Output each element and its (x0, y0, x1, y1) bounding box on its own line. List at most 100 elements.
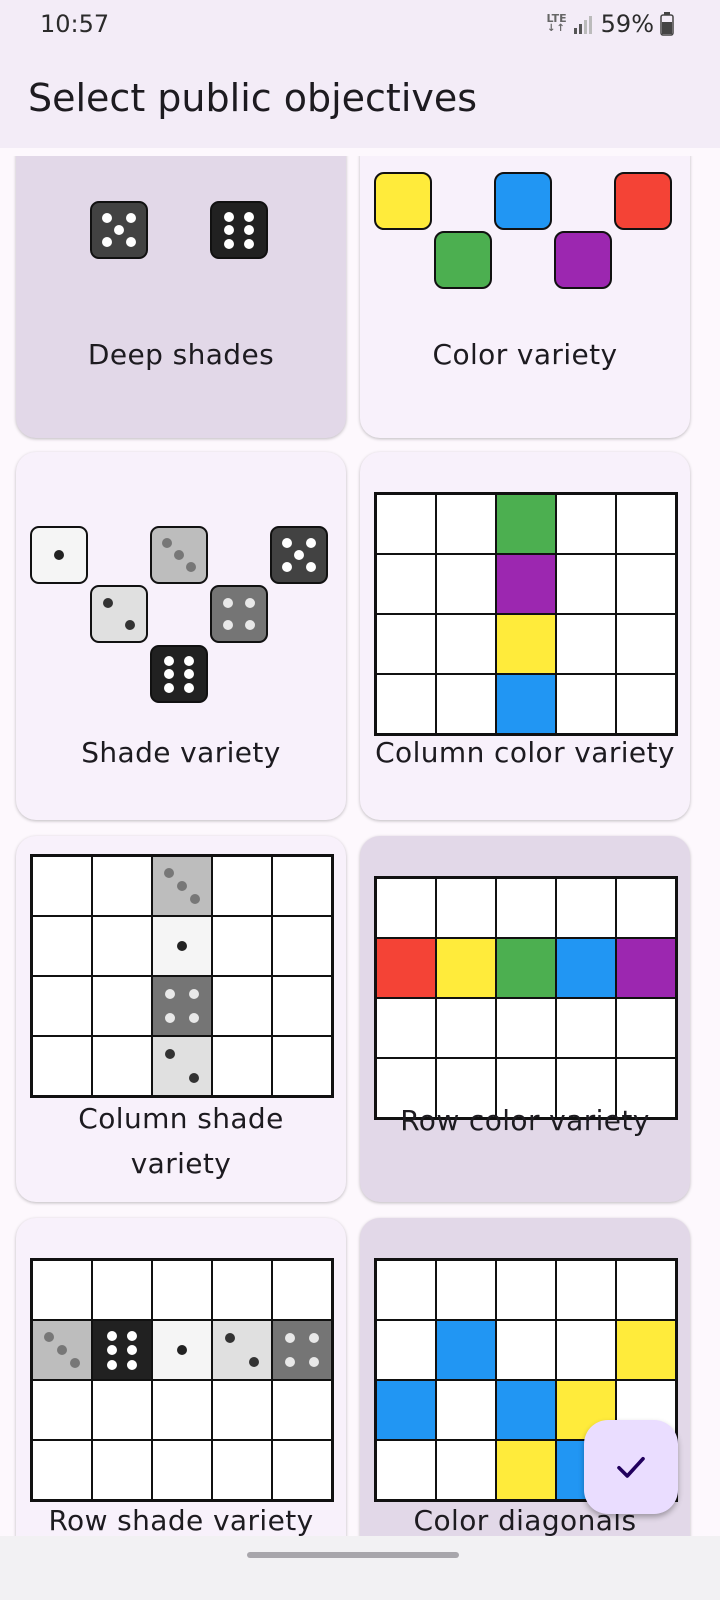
column-shade-variety-board (30, 854, 334, 1098)
die-5 (90, 201, 148, 259)
board-cell (376, 674, 436, 734)
objective-card-column-color-variety[interactable]: Column color variety (360, 452, 690, 820)
die-pip (225, 1333, 236, 1344)
board-cell (436, 1320, 496, 1380)
board-cell (92, 976, 152, 1036)
board-cell (92, 1260, 152, 1320)
board-cell (436, 1260, 496, 1320)
die-pip (243, 225, 254, 235)
board-cell (152, 1380, 212, 1440)
board-cell (152, 916, 212, 976)
objective-card-shade-variety[interactable]: Shade variety (16, 452, 346, 820)
column-color-variety-board (374, 492, 678, 736)
color-swatch (554, 231, 612, 289)
die-pip (125, 236, 136, 247)
color-swatch (374, 172, 432, 230)
board-cell (376, 614, 436, 674)
home-handle[interactable] (247, 1552, 459, 1558)
board-cell (272, 1320, 332, 1380)
board-cell (436, 878, 496, 938)
objective-label: Row color variety (400, 1104, 650, 1137)
die-pip (164, 682, 175, 693)
board-cell (436, 674, 496, 734)
board-cell (556, 1260, 616, 1320)
board-cell (556, 554, 616, 614)
die-pip (164, 868, 175, 879)
objective-card-column-shade-variety[interactable]: Column shade variety (16, 836, 346, 1202)
board-cell (32, 1380, 92, 1440)
board-cell (152, 1036, 212, 1096)
die-pip (165, 989, 176, 1000)
board-cell (616, 1260, 676, 1320)
die-pip (188, 989, 199, 1000)
board-cell (92, 1440, 152, 1500)
die-pip (188, 1072, 199, 1083)
board-cell (436, 1440, 496, 1500)
row-color-variety-board (374, 876, 678, 1120)
board-cell (272, 1260, 332, 1320)
board-cell (616, 1320, 676, 1380)
board-cell (496, 494, 556, 554)
board-cell (376, 938, 436, 998)
die-5 (270, 526, 328, 584)
board-cell (92, 856, 152, 916)
die-6 (210, 201, 268, 259)
board-cell (92, 1036, 152, 1096)
board-cell (616, 674, 676, 734)
board-cell (496, 1440, 556, 1500)
board-cell (212, 1320, 272, 1380)
die-pip (106, 1345, 117, 1355)
die-2 (90, 585, 148, 643)
board-cell (436, 554, 496, 614)
die-pip (124, 619, 135, 630)
board-cell (376, 1380, 436, 1440)
objectives-grid[interactable]: Deep shades Color variety Shade variety … (0, 156, 720, 1536)
objective-card-color-variety[interactable]: Color variety (360, 156, 690, 438)
die-pip (125, 213, 136, 224)
board-cell (212, 976, 272, 1036)
board-cell (212, 916, 272, 976)
board-cell (32, 976, 92, 1036)
board-cell (212, 1440, 272, 1500)
die-pip (127, 1345, 138, 1355)
color-swatch (494, 172, 552, 230)
board-cell (152, 856, 212, 916)
die-pip (102, 213, 113, 224)
board-cell (436, 938, 496, 998)
die-pip (102, 236, 113, 247)
board-cell (92, 1320, 152, 1380)
board-cell (496, 878, 556, 938)
die-pip (285, 1333, 296, 1344)
die-pip (185, 561, 196, 572)
board-cell (272, 856, 332, 916)
color-swatch (434, 231, 492, 289)
objective-card-row-color-variety[interactable]: Row color variety (360, 836, 690, 1202)
board-cell (212, 1036, 272, 1096)
page-title: Select public objectives (28, 76, 478, 120)
board-cell (152, 1260, 212, 1320)
die-pip (183, 669, 194, 679)
board-cell (92, 1380, 152, 1440)
board-cell (556, 494, 616, 554)
board-cell (556, 1320, 616, 1380)
board-cell (212, 1260, 272, 1320)
die-pip (127, 1359, 138, 1370)
die-pip (114, 225, 124, 235)
board-cell (436, 1380, 496, 1440)
die-pip (308, 1333, 319, 1344)
board-cell (436, 494, 496, 554)
confirm-fab[interactable] (584, 1420, 678, 1514)
die-pip (248, 1356, 259, 1367)
objective-card-row-shade-variety[interactable]: Row shade variety (16, 1218, 346, 1536)
die-pip (106, 1330, 117, 1341)
board-cell (616, 554, 676, 614)
objective-label: Deep shades (87, 338, 275, 371)
die-pip (308, 1356, 319, 1367)
die-pip (243, 211, 254, 222)
gesture-nav-area (0, 1536, 720, 1600)
die-pip (127, 1330, 138, 1341)
board-cell (376, 554, 436, 614)
objective-card-deep-shades[interactable]: Deep shades (16, 156, 346, 438)
board-cell (212, 856, 272, 916)
die-pip (103, 598, 114, 609)
